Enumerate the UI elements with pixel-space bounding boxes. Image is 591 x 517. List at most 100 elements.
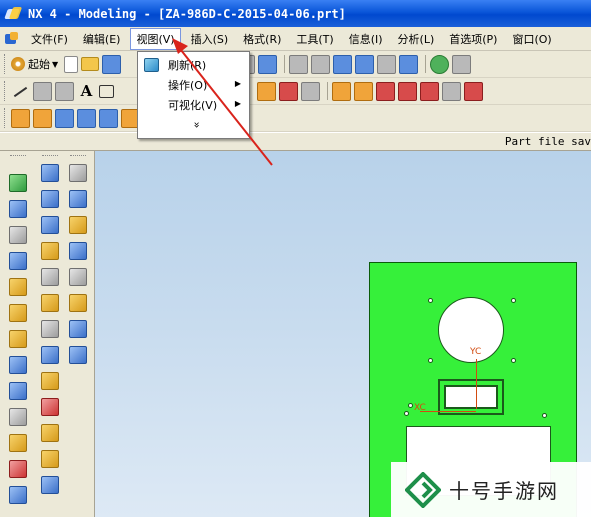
menu-information[interactable]: 信息(I) [344, 29, 388, 49]
sphere-icon[interactable] [9, 252, 27, 270]
chamfer-curve-icon[interactable] [420, 81, 439, 101]
mesh-surface-icon[interactable] [41, 216, 59, 234]
instance-icon[interactable] [9, 486, 27, 504]
arc-icon[interactable] [33, 81, 52, 101]
fillet-curve-icon[interactable] [398, 81, 417, 101]
block-icon[interactable] [9, 174, 27, 192]
new-file-icon[interactable] [64, 55, 79, 73]
start-button[interactable]: 起始 ▼ [11, 56, 58, 72]
edit-parameters-icon[interactable] [69, 190, 87, 208]
small-hole[interactable] [428, 298, 433, 303]
watermark-text: 十号手游网 [449, 479, 559, 503]
menu-window[interactable]: 窗口(O) [507, 29, 556, 49]
menu-tools[interactable]: 工具(T) [291, 29, 338, 49]
zoom-icon[interactable] [333, 54, 353, 74]
select-icon[interactable] [258, 54, 278, 74]
toolbar-grip[interactable] [4, 81, 7, 101]
blend-surface-icon[interactable] [41, 476, 59, 494]
shaded-sphere-icon[interactable] [430, 54, 450, 74]
rectangle-icon[interactable] [99, 85, 114, 98]
project-curve-icon[interactable] [464, 81, 483, 101]
reorder-icon[interactable] [69, 216, 87, 234]
trim-icon[interactable] [279, 81, 298, 101]
menu-insert[interactable]: 插入(S) [186, 29, 234, 49]
menu-file[interactable]: 文件(F) [26, 29, 73, 49]
chamfer-icon[interactable] [9, 382, 27, 400]
sweep-icon[interactable] [41, 242, 59, 260]
intersect-icon[interactable] [9, 330, 27, 348]
offset-surface-icon[interactable] [41, 320, 59, 338]
menu-view[interactable]: 视图(V) [130, 27, 181, 50]
hole-icon[interactable] [55, 108, 74, 128]
edit-feature-icon[interactable] [69, 164, 87, 182]
menu-format[interactable]: 格式(R) [238, 29, 286, 49]
small-hole[interactable] [408, 403, 413, 408]
replay-icon[interactable] [69, 268, 87, 286]
yc-axis-line [476, 359, 477, 409]
edge-blend-icon[interactable] [9, 356, 27, 374]
constraint-icon[interactable] [354, 81, 373, 101]
split-icon[interactable] [41, 398, 59, 416]
line-icon[interactable] [11, 82, 30, 101]
rotate-icon[interactable] [355, 54, 375, 74]
suppress-icon[interactable] [69, 242, 87, 260]
extrude-icon[interactable] [11, 108, 30, 128]
subtract-icon[interactable] [9, 304, 27, 322]
extension-icon[interactable] [41, 372, 59, 390]
dimension-icon[interactable] [376, 81, 395, 101]
small-hole[interactable] [511, 358, 516, 363]
toolbar-grip[interactable] [4, 54, 7, 74]
toolbar-grip[interactable] [4, 108, 7, 128]
thicken-icon[interactable] [41, 450, 59, 468]
display-style-icon[interactable] [452, 54, 472, 74]
menu-item-visualization[interactable]: 可视化(V) ▶ [138, 95, 249, 115]
text-icon[interactable]: A [77, 82, 96, 101]
sketch-icon[interactable] [332, 81, 351, 101]
update-icon[interactable] [69, 346, 87, 364]
save-icon[interactable] [102, 54, 122, 74]
mirror-curve-icon[interactable] [442, 81, 461, 101]
boss-icon[interactable] [77, 108, 96, 128]
trim-body-icon[interactable] [9, 460, 27, 478]
render-icon[interactable] [399, 54, 419, 74]
toolbar-grip[interactable] [42, 155, 58, 158]
sew-icon[interactable] [41, 346, 59, 364]
menu-expand-more[interactable]: » [138, 115, 249, 135]
pan-icon[interactable] [377, 54, 397, 74]
spline-icon[interactable] [55, 81, 74, 101]
pocket-icon[interactable] [99, 108, 118, 128]
menu-analysis[interactable]: 分析(L) [393, 29, 440, 49]
zoom-window-icon[interactable] [311, 54, 331, 74]
small-hole[interactable] [404, 411, 409, 416]
cylinder-icon[interactable] [9, 200, 27, 218]
delete-feature-icon[interactable] [69, 320, 87, 338]
yc-axis-label: YC [470, 347, 482, 357]
ruled-icon[interactable] [41, 268, 59, 286]
move-feature-icon[interactable] [69, 294, 87, 312]
start-icon [11, 57, 25, 71]
menu-item-operation[interactable]: 操作(O) ▶ [138, 75, 249, 95]
open-folder-icon[interactable] [81, 57, 100, 71]
menu-item-refresh[interactable]: 刷新(R) [138, 55, 249, 75]
small-hole[interactable] [428, 358, 433, 363]
menu-preferences[interactable]: 首选项(P) [444, 29, 502, 49]
edit-curve-icon[interactable] [257, 81, 276, 101]
bounded-plane-icon[interactable] [41, 294, 59, 312]
app-menu-icon[interactable] [4, 31, 20, 46]
shell-icon[interactable] [9, 408, 27, 426]
rectangular-cutout[interactable] [444, 385, 498, 409]
fit-view-icon[interactable] [289, 54, 309, 74]
toolbar-grip[interactable] [70, 155, 86, 158]
unite-icon[interactable] [9, 278, 27, 296]
small-hole[interactable] [542, 413, 547, 418]
cone-icon[interactable] [9, 226, 27, 244]
surface-icon[interactable] [41, 164, 59, 182]
draft-icon[interactable] [9, 434, 27, 452]
offset-icon[interactable] [301, 81, 320, 101]
small-hole[interactable] [511, 298, 516, 303]
through-curves-icon[interactable] [41, 190, 59, 208]
menu-edit[interactable]: 编辑(E) [78, 29, 126, 49]
patch-icon[interactable] [41, 424, 59, 442]
toolbar-grip[interactable] [10, 155, 26, 158]
revolve-icon[interactable] [33, 108, 52, 128]
